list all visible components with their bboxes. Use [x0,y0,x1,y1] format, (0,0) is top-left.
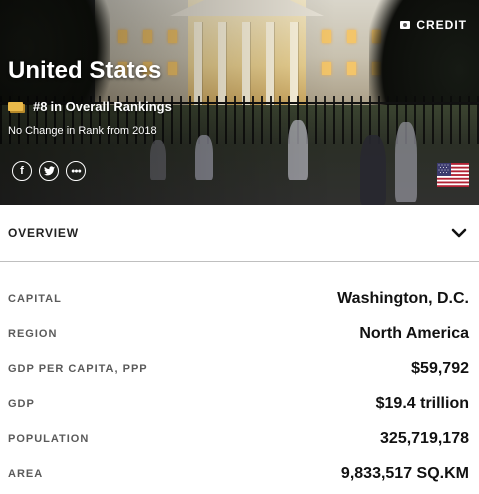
rank-change: No Change in Rank from 2018 [8,125,157,137]
twitter-icon [43,166,55,176]
chevron-down-icon [451,228,467,238]
credit-label: CREDIT [416,18,467,32]
fact-row-area: AREA 9,833,517 SQ.KM [0,456,479,491]
more-share-button[interactable]: ●●● [66,161,86,181]
fact-value: 325,719,178 [380,429,469,447]
rank-number: #8 [33,99,48,114]
fact-value: Washington, D.C. [337,289,469,307]
facebook-share-button[interactable]: f [12,161,32,181]
fact-label: CAPITAL [8,292,62,305]
overview-label: OVERVIEW [8,226,79,240]
country-title: United States [8,57,162,84]
fact-row-gdp: GDP $19.4 trillion [0,386,479,421]
fact-value: $59,792 [411,359,469,377]
more-icon: ●●● [71,167,82,175]
fact-label: POPULATION [8,432,90,445]
facebook-icon: f [20,165,24,177]
fact-value: $19.4 trillion [375,394,469,412]
rank-text: in Overall Rankings [50,99,172,114]
credit-button[interactable]: CREDIT [400,18,467,32]
fact-row-capital: CAPITAL Washington, D.C. [0,281,479,316]
fact-label: GDP [8,397,35,410]
camera-icon [400,21,411,29]
fact-label: AREA [8,467,44,480]
fact-value: 9,833,517 SQ.KM [340,464,469,482]
fact-label: REGION [8,327,58,340]
fact-row-population: POPULATION 325,719,178 [0,421,479,456]
ranking-icon [8,102,23,111]
hero-banner: CREDIT United States #8 in Overall Ranki… [0,0,479,205]
twitter-share-button[interactable] [39,161,59,181]
overview-toggle[interactable]: OVERVIEW [0,205,479,262]
united-states-flag [437,163,469,187]
fact-row-gdp-per-capita: GDP PER CAPITA, PPP $59,792 [0,351,479,386]
social-share-bar: f ●●● [12,161,86,181]
fact-row-region: REGION North America [0,316,479,351]
country-facts: CAPITAL Washington, D.C. REGION North Am… [0,262,479,491]
fact-value: North America [359,324,469,342]
rank-line: #8 in Overall Rankings [8,99,172,114]
fact-label: GDP PER CAPITA, PPP [8,362,148,375]
